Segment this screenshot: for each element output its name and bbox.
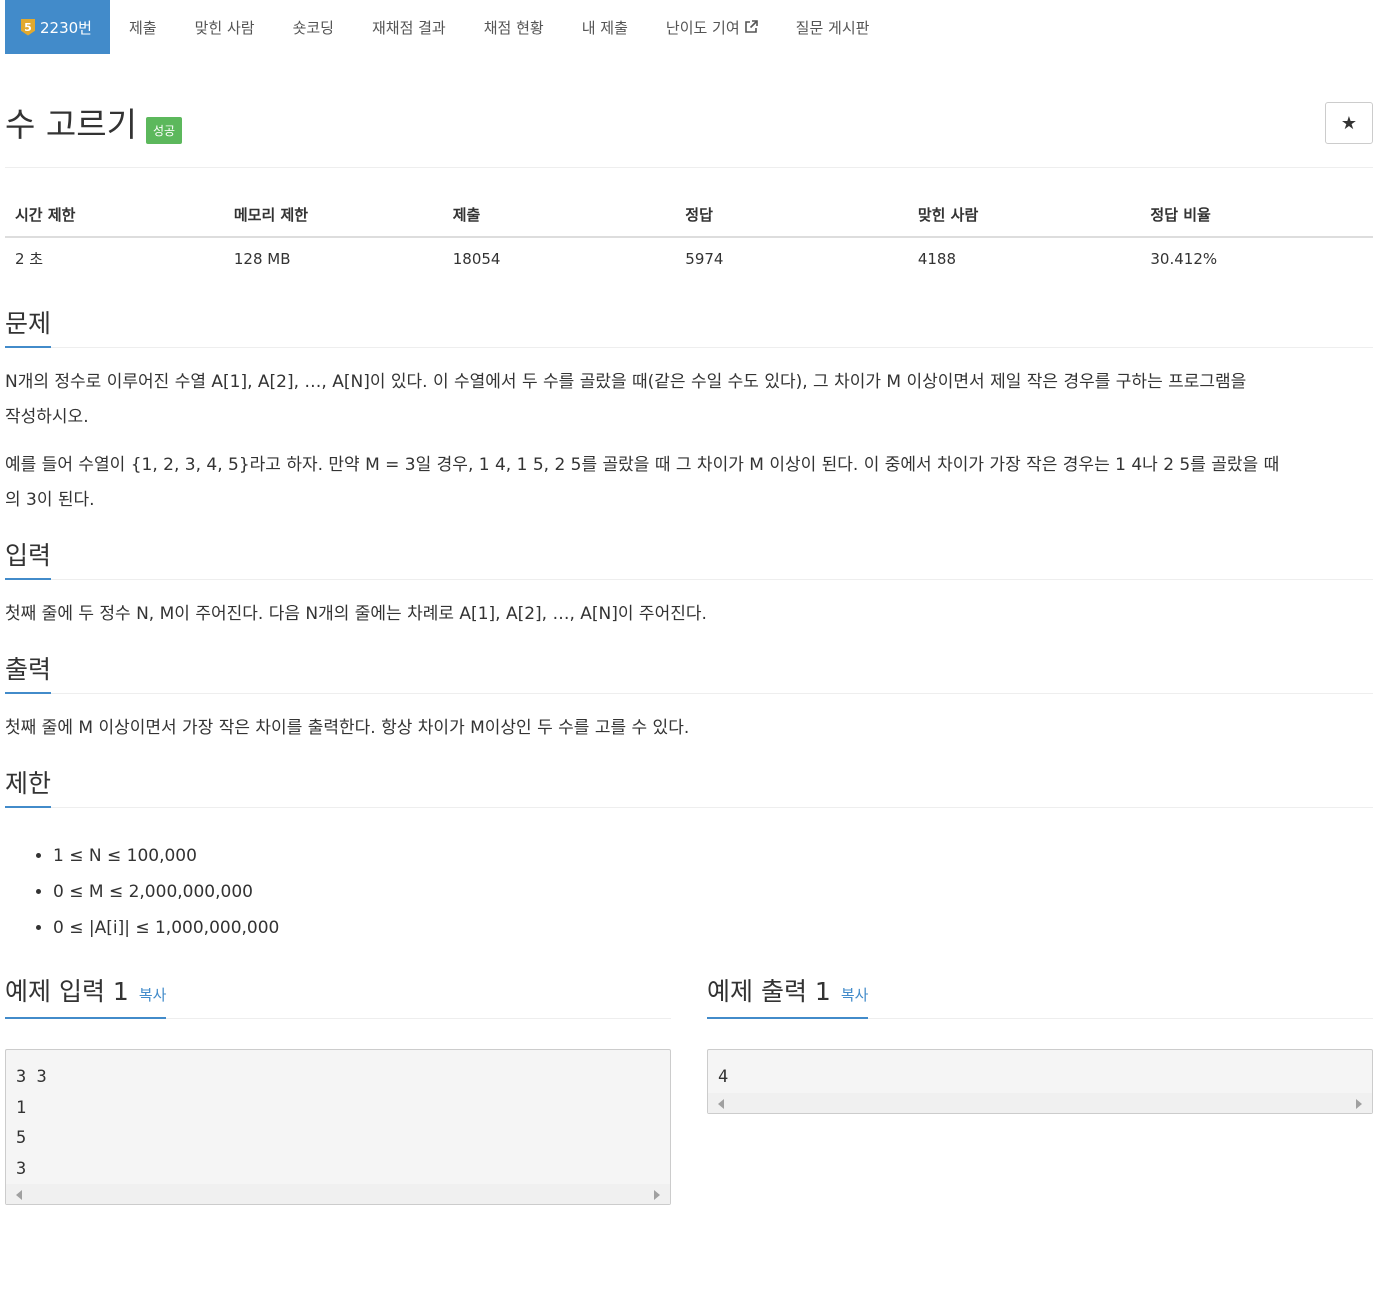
section-title-output: 출력 — [5, 654, 52, 694]
copy-sample-input-button[interactable]: 복사 — [139, 986, 167, 1004]
section-header: 예제 출력 1 복사 — [707, 958, 1373, 1019]
problem-nav: 5 2230번 제출 맞힌 사람 숏코딩 재채점 결과 채점 현황 내 제출 난… — [5, 0, 1373, 54]
tab-my-submissions[interactable]: 내 제출 — [563, 0, 647, 54]
input-text: 첫째 줄에 두 정수 N, M이 주어진다. 다음 N개의 줄에는 차례로 A[… — [5, 604, 707, 624]
sample-output-content: 4 — [718, 1067, 729, 1087]
problem-text-line: 예를 들어 수열이 {1, 2, 3, 4, 5}라고 하자. 만약 M = 3… — [5, 455, 1280, 475]
horizontal-scrollbar[interactable] — [6, 1184, 670, 1204]
limit-item: 1 ≤ N ≤ 100,000 — [53, 838, 1373, 874]
accepted-value: 5974 — [685, 249, 724, 268]
sample-output-title: 예제 출력 1 복사 — [707, 976, 869, 1019]
stats-header: 맞힌 사람 — [907, 194, 1141, 238]
scroll-right-icon[interactable] — [654, 1190, 660, 1200]
problem-section: 문제 N개의 정수로 이루어진 수열 A[1], A[2], …, A[N]이 … — [5, 287, 1373, 518]
tab-problem-label: 2230번 — [40, 18, 92, 37]
sample-input-panel: 예제 입력 1 복사 3 3 1 5 3 — [5, 958, 671, 1205]
tab-solved-users[interactable]: 맞힌 사람 — [176, 0, 274, 54]
sample-output-panel: 예제 출력 1 복사 4 — [707, 958, 1373, 1205]
section-header: 출력 — [5, 633, 1373, 694]
scroll-right-icon[interactable] — [1356, 1098, 1362, 1109]
tab-difficulty-contribution[interactable]: 난이도 기여 — [647, 0, 777, 54]
stats-header: 정답 — [675, 194, 908, 238]
scroll-left-icon[interactable] — [16, 1190, 22, 1200]
stats-header: 메모리 제한 — [223, 194, 443, 238]
scroll-left-icon[interactable] — [718, 1098, 724, 1109]
problem-paragraph: 예를 들어 수열이 {1, 2, 3, 4, 5}라고 하자. 만약 M = 3… — [5, 448, 1373, 518]
output-text: 첫째 줄에 M 이상이면서 가장 작은 차이를 출력한다. 항상 차이가 M이상… — [5, 718, 690, 738]
problem-description: N개의 정수로 이루어진 수열 A[1], A[2], …, A[N]이 있다.… — [5, 348, 1373, 518]
tab-problem[interactable]: 5 2230번 — [5, 0, 110, 54]
favorite-star-button[interactable]: ★ — [1325, 102, 1373, 144]
section-title-problem: 문제 — [5, 308, 52, 348]
tab-submit[interactable]: 제출 — [110, 0, 176, 54]
stats-header: 시간 제한 — [5, 194, 224, 238]
sample-output-heading: 예제 출력 1 — [707, 977, 831, 1006]
limits-section: 제한 1 ≤ N ≤ 100,000 0 ≤ M ≤ 2,000,000,000… — [5, 747, 1373, 946]
sample-output-box[interactable]: 4 — [707, 1049, 1373, 1114]
horizontal-scrollbar[interactable] — [708, 1092, 1372, 1113]
output-section: 출력 첫째 줄에 M 이상이면서 가장 작은 차이를 출력한다. 항상 차이가 … — [5, 633, 1373, 746]
submissions-value: 18054 — [452, 249, 501, 268]
external-link-icon — [744, 20, 758, 33]
tab-difficulty-label: 난이도 기여 — [665, 18, 740, 37]
problem-paragraph: N개의 정수로 이루어진 수열 A[1], A[2], …, A[N]이 있다.… — [5, 365, 1373, 435]
section-header: 문제 — [5, 287, 1373, 348]
page-title: 수 고르기 — [5, 105, 137, 144]
section-title-limits: 제한 — [5, 768, 52, 808]
limit-item: 0 ≤ |A[i]| ≤ 1,000,000,000 — [53, 910, 1373, 946]
output-description: 첫째 줄에 M 이상이면서 가장 작은 차이를 출력한다. 항상 차이가 M이상… — [5, 694, 1373, 746]
limits-list: 1 ≤ N ≤ 100,000 0 ≤ M ≤ 2,000,000,000 0 … — [5, 838, 1373, 946]
memory-limit-value: 128 MB — [233, 249, 291, 268]
stats-header: 제출 — [442, 194, 676, 238]
tier-badge-icon: 5 — [21, 18, 35, 36]
status-badge: 성공 — [146, 117, 183, 144]
star-icon: ★ — [1340, 112, 1358, 134]
sample-input-heading: 예제 입력 1 — [5, 977, 129, 1006]
time-limit-value: 2 초 — [15, 250, 44, 268]
stats-value-row: 2 초 128 MB 18054 5974 4188 30.412% — [5, 237, 1373, 279]
section-header: 예제 입력 1 복사 — [5, 958, 671, 1019]
tab-question-board[interactable]: 질문 게시판 — [777, 0, 889, 54]
sample-input-box[interactable]: 3 3 1 5 3 — [5, 1049, 671, 1205]
limit-item: 0 ≤ M ≤ 2,000,000,000 — [53, 874, 1373, 910]
stats-header: 정답 비율 — [1140, 194, 1373, 238]
solved-users-value: 4188 — [917, 249, 957, 268]
copy-sample-output-button[interactable]: 복사 — [841, 986, 869, 1004]
input-description: 첫째 줄에 두 정수 N, M이 주어진다. 다음 N개의 줄에는 차례로 A[… — [5, 580, 1373, 632]
accept-rate-value: 30.412% — [1150, 249, 1218, 268]
problem-text-line: N개의 정수로 이루어진 수열 A[1], A[2], …, A[N]이 있다.… — [5, 372, 1247, 392]
stats-header-row: 시간 제한 메모리 제한 제출 정답 맞힌 사람 정답 비율 — [5, 194, 1373, 238]
section-header: 입력 — [5, 519, 1373, 580]
tab-rejudge-results[interactable]: 재채점 결과 — [353, 0, 465, 54]
tab-short-coding[interactable]: 숏코딩 — [274, 0, 353, 54]
title-row: 수 고르기 성공 ★ — [5, 54, 1373, 168]
problem-text-line: 의 3이 된다. — [5, 490, 95, 510]
samples-row: 예제 입력 1 복사 3 3 1 5 3 예제 출력 1 복사 4 — [5, 958, 1373, 1205]
tab-status[interactable]: 채점 현황 — [465, 0, 563, 54]
sample-input-content: 3 3 1 5 3 — [16, 1067, 47, 1179]
section-header: 제한 — [5, 747, 1373, 808]
problem-text-line: 작성하시오. — [5, 407, 89, 427]
problem-stats-table: 시간 제한 메모리 제한 제출 정답 맞힌 사람 정답 비율 2 초 128 M… — [5, 194, 1373, 279]
section-title-input: 입력 — [5, 540, 52, 580]
sample-input-title: 예제 입력 1 복사 — [5, 976, 167, 1019]
input-section: 입력 첫째 줄에 두 정수 N, M이 주어진다. 다음 N개의 줄에는 차례로… — [5, 519, 1373, 632]
